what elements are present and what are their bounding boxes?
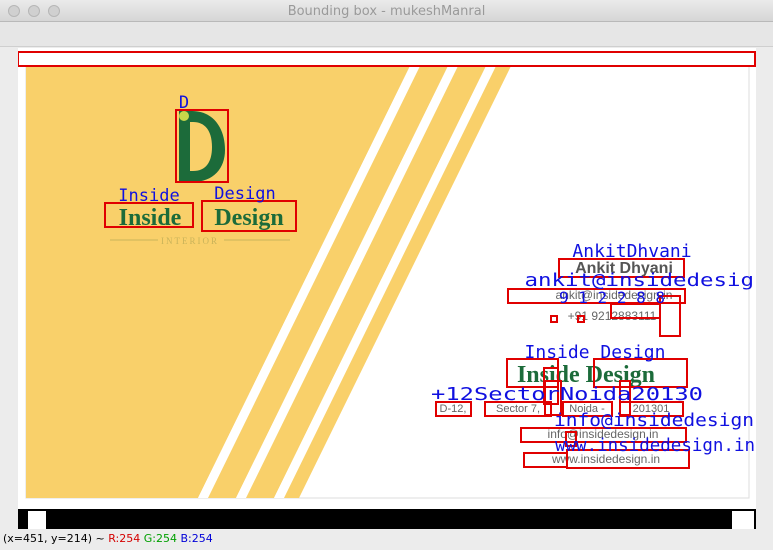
ocr-label: 9 1 2 2 8 8 <box>559 288 665 307</box>
toolbar-area <box>0 22 773 47</box>
ocr-label: www.insidedesign.in <box>555 435 755 456</box>
pixel-red-value: R:254 <box>108 532 141 545</box>
ocr-label: +12SectorNoida20130 <box>431 384 703 405</box>
window-titlebar: Bounding box - mukeshManral <box>0 0 773 22</box>
image-canvas[interactable]: Inside Design INTERIOR Ankit Dhyani anki… <box>18 48 756 529</box>
window-title: Bounding box - mukeshManral <box>287 4 486 19</box>
ocr-label: info@insidedesign <box>554 410 754 431</box>
ocr-label: Design <box>214 184 275 204</box>
pixel-green-value: G:254 <box>143 532 177 545</box>
logo-word-design: Design <box>214 205 283 231</box>
status-bar: (x=451, y=214) ~ R:254 G:254 B:254 <box>0 529 773 550</box>
logo-subtitle: INTERIOR <box>161 236 219 246</box>
image-bottom-bar <box>18 509 756 529</box>
ocr-label: D <box>179 93 189 113</box>
ocr-label: Inside <box>118 186 179 206</box>
pixel-blue-value: B:254 <box>180 532 213 545</box>
cursor-coordinates: (x=451, y=214) ~ <box>3 532 105 545</box>
ocr-label: AnkitDhvani <box>572 241 691 262</box>
annotated-image: Inside Design INTERIOR Ankit Dhyani anki… <box>18 48 756 529</box>
ocr-label: Inside Design <box>525 342 666 363</box>
